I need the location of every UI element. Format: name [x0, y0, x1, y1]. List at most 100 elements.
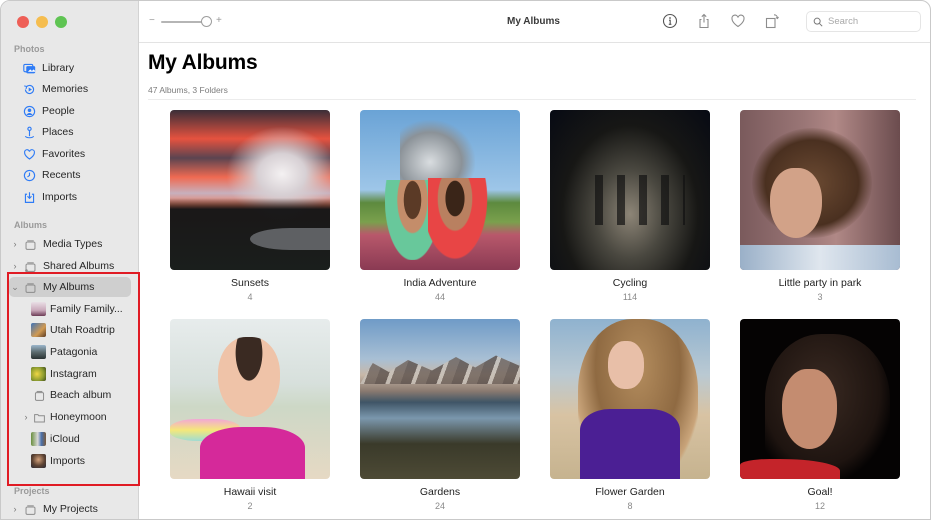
people-icon — [22, 104, 36, 118]
album-count: 4 — [247, 292, 253, 302]
chevron-down-icon[interactable]: ⌄ — [11, 282, 19, 293]
sidebar-item-shared-albums[interactable]: › Shared Albums — [1, 256, 139, 276]
sidebar-item-places[interactable]: Places — [1, 122, 139, 142]
chevron-right-icon[interactable]: › — [11, 239, 19, 249]
section-label-albums: Albums — [14, 220, 48, 230]
window-controls — [17, 16, 67, 28]
album-name: Little party in park — [778, 277, 862, 289]
album-count: 114 — [622, 292, 638, 302]
sidebar-item-recents[interactable]: Recents — [1, 165, 139, 185]
import-icon — [22, 190, 36, 204]
album-count: 12 — [814, 501, 825, 511]
album-icon — [32, 388, 46, 402]
sidebar-item-label: iCloud — [50, 433, 80, 445]
sidebar-item-label: Memories — [42, 83, 89, 95]
album-stack-icon — [23, 280, 37, 294]
album-thumbnail — [31, 302, 46, 316]
heart-icon — [22, 147, 36, 161]
album-card-gardens[interactable]: Gardens 24 — [360, 319, 520, 519]
album-thumbnail — [31, 454, 46, 468]
chevron-right-icon[interactable]: › — [22, 412, 30, 422]
sidebar-item-label: Utah Roadtrip — [50, 324, 115, 336]
chevron-right-icon[interactable]: › — [11, 504, 19, 514]
sidebar-item-instagram[interactable]: Instagram — [1, 364, 139, 384]
zoom-out-button[interactable]: − — [149, 15, 155, 26]
sidebar-item-imports-album[interactable]: Imports — [1, 451, 139, 471]
sidebar-item-favorites[interactable]: Favorites — [1, 144, 139, 164]
info-icon[interactable] — [662, 13, 678, 29]
album-card-sunsets[interactable]: Sunsets 4 — [170, 110, 330, 319]
album-thumbnail — [31, 367, 46, 381]
search-input[interactable] — [828, 16, 918, 27]
album-count: 2 — [247, 501, 253, 511]
sidebar-item-label: My Projects — [43, 503, 98, 515]
sidebar: Photos Library Memories People Places Fa… — [1, 1, 140, 519]
album-cover[interactable] — [170, 319, 330, 479]
album-name: Goal! — [807, 486, 833, 498]
sidebar-item-my-projects[interactable]: › My Projects — [1, 499, 139, 519]
sidebar-item-imports[interactable]: Imports — [1, 187, 139, 207]
toolbar: − + My Albums — [139, 1, 930, 43]
album-cover[interactable] — [550, 319, 710, 479]
photos-window: Photos Library Memories People Places Fa… — [0, 0, 931, 520]
album-name: Cycling — [612, 277, 648, 289]
close-window-button[interactable] — [17, 16, 29, 28]
album-cover[interactable] — [740, 319, 900, 479]
sidebar-item-family-family[interactable]: Family Family... — [1, 299, 139, 319]
maximize-window-button[interactable] — [55, 16, 67, 28]
album-card-little-party-in-park[interactable]: Little party in park 3 — [740, 110, 900, 319]
sidebar-item-memories[interactable]: Memories — [1, 79, 139, 99]
section-label-projects: Projects — [14, 486, 50, 496]
search-field[interactable] — [806, 11, 921, 32]
sidebar-item-honeymoon[interactable]: › Honeymoon — [1, 407, 139, 427]
header-divider — [148, 99, 916, 100]
album-thumbnail — [31, 432, 46, 446]
page-title: My Albums — [148, 51, 258, 74]
album-cover[interactable] — [360, 110, 520, 270]
album-cover[interactable] — [360, 319, 520, 479]
sidebar-item-label: People — [42, 105, 75, 117]
sidebar-item-label: Imports — [42, 191, 78, 203]
sidebar-item-utah-roadtrip[interactable]: Utah Roadtrip — [1, 320, 139, 340]
window-title: My Albums — [507, 16, 560, 27]
album-count: 44 — [434, 292, 445, 302]
sidebar-item-library[interactable]: Library — [1, 58, 139, 78]
sidebar-item-label: Imports — [50, 455, 86, 467]
main-content: − + My Albums My Albums 47 Albums, 3 Fol… — [139, 1, 930, 519]
sidebar-item-beach-album[interactable]: Beach album — [1, 385, 139, 405]
minimize-window-button[interactable] — [36, 16, 48, 28]
album-cover[interactable] — [170, 110, 330, 270]
sidebar-item-my-albums[interactable]: ⌄ My Albums — [9, 277, 131, 297]
sidebar-item-label: Beach album — [50, 389, 112, 401]
share-icon[interactable] — [696, 13, 712, 29]
zoom-slider-handle[interactable] — [201, 16, 212, 27]
sidebar-item-people[interactable]: People — [1, 101, 139, 121]
sidebar-item-media-types[interactable]: › Media Types — [1, 234, 139, 254]
sidebar-item-label: Library — [42, 62, 75, 74]
album-card-flower-garden[interactable]: Flower Garden 8 — [550, 319, 710, 519]
album-cover[interactable] — [550, 110, 710, 270]
sidebar-item-label: My Albums — [43, 281, 95, 293]
album-cover[interactable] — [740, 110, 900, 270]
album-grid: Sunsets 4 India Adventure 44 Cycling 114… — [170, 110, 900, 519]
heart-icon[interactable] — [730, 13, 746, 29]
sidebar-item-icloud[interactable]: iCloud — [1, 429, 139, 449]
sidebar-item-label: Places — [42, 126, 74, 138]
sidebar-item-patagonia[interactable]: Patagonia — [1, 342, 139, 362]
album-card-hawaii-visit[interactable]: Hawaii visit 2 — [170, 319, 330, 519]
zoom-in-button[interactable]: + — [216, 15, 222, 26]
chevron-right-icon[interactable]: › — [11, 261, 19, 271]
rotate-icon[interactable] — [764, 13, 780, 29]
shared-album-icon — [23, 259, 37, 273]
places-icon — [22, 125, 36, 139]
album-card-india-adventure[interactable]: India Adventure 44 — [360, 110, 520, 319]
album-thumbnail — [31, 345, 46, 359]
album-card-goal[interactable]: Goal! 12 — [740, 319, 900, 519]
sidebar-item-label: Family Family... — [50, 303, 123, 315]
album-card-cycling[interactable]: Cycling 114 — [550, 110, 710, 319]
album-name: India Adventure — [403, 277, 477, 289]
sidebar-item-label: Media Types — [43, 238, 103, 250]
album-count: 3 — [817, 292, 823, 302]
project-icon — [23, 502, 37, 516]
search-icon — [813, 17, 823, 27]
